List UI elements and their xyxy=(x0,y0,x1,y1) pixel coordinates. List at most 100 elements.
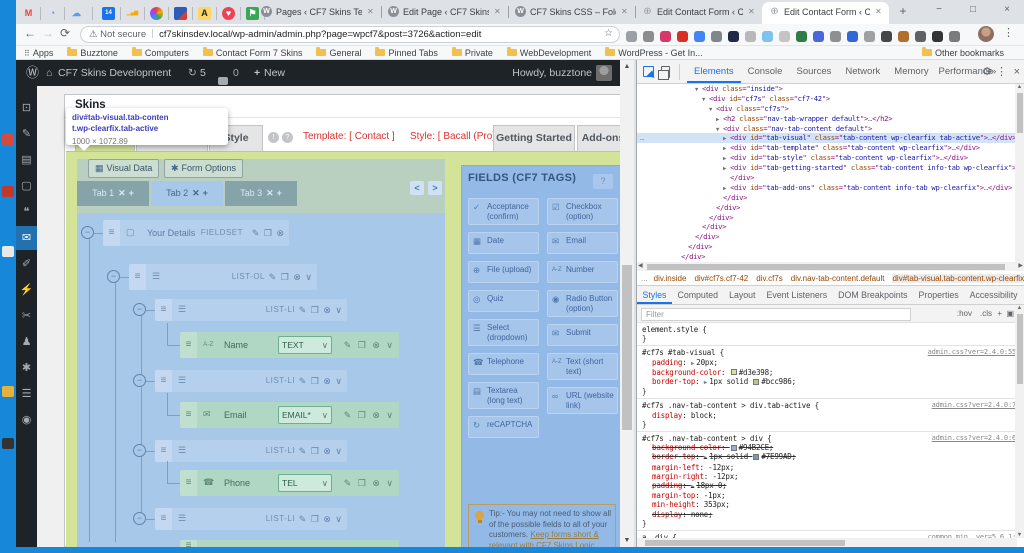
rule-selector[interactable]: element.style { xyxy=(642,325,707,334)
sidebar-item-posts[interactable]: ✎ xyxy=(16,122,37,146)
collapse-toggle-icon[interactable]: − xyxy=(133,303,146,316)
field-type-select[interactable]: TEXT∨ xyxy=(278,336,332,354)
css-property[interactable]: background-color: #94B2CE; xyxy=(642,443,1020,452)
sidebar-item-settings[interactable]: ☰ xyxy=(16,382,37,406)
calendar-pinned-tab[interactable]: 14 xyxy=(102,7,115,20)
tree-row-email[interactable]: ≡✉EmailEMAIL*∨✎ ❐ ⊗ ∨ xyxy=(180,402,399,428)
scroll-down-icon[interactable]: ▼ xyxy=(1015,532,1024,538)
pocket-pinned-tab[interactable]: ♥ xyxy=(222,7,235,20)
browser-tab[interactable]: ⊕Edit Contact Form ‹ CF7 Skins✕ xyxy=(762,2,889,24)
extension-icon[interactable] xyxy=(881,31,892,42)
editor-tab-2[interactable]: Tab 2✕+ xyxy=(151,181,223,206)
tab-close-icon[interactable]: ✕ xyxy=(748,7,755,16)
window-maximize-button[interactable]: □ xyxy=(956,0,990,22)
dom-node[interactable]: </div> xyxy=(637,242,1024,252)
editor-tab-3[interactable]: Tab 3✕+ xyxy=(225,181,297,206)
drag-handle-icon[interactable]: ≡ xyxy=(155,440,172,462)
extension-icon[interactable] xyxy=(762,31,773,42)
dom-node[interactable]: ▶<div id="tab-template" class="tab-conte… xyxy=(637,143,1024,153)
extension-icon[interactable] xyxy=(796,31,807,42)
drag-handle-icon[interactable]: ≡ xyxy=(155,508,172,530)
collapse-toggle-icon[interactable]: − xyxy=(133,444,146,457)
apps-shortcut[interactable]: ⠿Apps xyxy=(16,46,53,61)
dom-node[interactable]: ▶<h2 class="nav-tab-wrapper default">…</… xyxy=(637,114,1024,124)
scroll-down-icon[interactable]: ▼ xyxy=(620,534,634,547)
extension-icon[interactable] xyxy=(847,31,858,42)
bookmark-folder[interactable]: Private xyxy=(452,46,493,60)
window-close-button[interactable]: × xyxy=(990,0,1024,22)
rule-selector[interactable]: #cf7s #tab-visual { xyxy=(642,348,724,357)
field-button-url[interactable]: ∞URL (website link) xyxy=(547,387,618,414)
extension-icon[interactable] xyxy=(779,31,790,42)
drag-handle-icon[interactable]: ≡ xyxy=(155,299,172,321)
analytics-pinned-tab[interactable]: ▁▄▆ xyxy=(126,7,139,20)
new-tab-button[interactable]: + xyxy=(895,4,911,18)
devtools-menu-icon[interactable]: ⋮ xyxy=(996,60,1007,84)
styles-subtab-properties[interactable]: Properties xyxy=(913,286,964,304)
page-scrollbar[interactable]: ▲ ▼ xyxy=(620,60,634,547)
extension-icon[interactable] xyxy=(694,31,705,42)
tab-close-icon[interactable]: ✕ xyxy=(875,7,882,16)
browser-tab[interactable]: ⊕Edit Contact Form ‹ CF7 Skins✕ xyxy=(635,2,762,24)
sidebar-item-users[interactable]: ♟ xyxy=(16,330,37,354)
stylesheet-link[interactable]: admin.css?ver=2.4.0:69 xyxy=(932,434,1020,443)
css-property[interactable]: display: block; xyxy=(642,411,1020,420)
inspect-element-icon[interactable] xyxy=(643,66,654,77)
scroll-up-icon[interactable]: ▲ xyxy=(1015,305,1024,311)
desktop-icon[interactable] xyxy=(2,134,14,145)
drag-handle-icon[interactable]: ≡ xyxy=(129,264,146,290)
dom-node[interactable]: </div> xyxy=(637,232,1024,242)
tree-row-phone[interactable]: ≡☎PhoneTEL∨✎ ❐ ⊗ ∨ xyxy=(180,470,399,496)
warning-badge-icon[interactable]: ! xyxy=(268,132,279,143)
sidebar-item-contact-form-7[interactable]: ✉ xyxy=(16,226,37,250)
dom-node[interactable]: ▶<div id="tab-style" class="tab-content … xyxy=(637,153,1024,163)
howdy-account-link[interactable]: Howdy, buzztone xyxy=(512,60,592,86)
gmail-pinned-tab[interactable]: M xyxy=(22,7,35,20)
extension-icon[interactable] xyxy=(813,31,824,42)
breadcrumb-item[interactable]: div.cf7s xyxy=(756,274,783,283)
dom-node[interactable]: </div> xyxy=(637,173,1024,183)
styles-subtab-computed[interactable]: Computed xyxy=(672,286,724,304)
stylesheet-link[interactable]: admin.css?ver=2.4.0:550 xyxy=(928,348,1020,357)
sidebar-item-extra[interactable]: ◉ xyxy=(16,408,37,432)
browser-tab[interactable]: WCF7 Skins CSS – Folders & File✕ xyxy=(508,2,635,24)
field-button-textarea[interactable]: ▤Textarea (long text) xyxy=(468,382,539,409)
reload-button[interactable]: ⟳ xyxy=(60,26,70,40)
devtools-tab-network[interactable]: Network xyxy=(838,60,887,83)
extension-icon[interactable] xyxy=(643,31,654,42)
styles-vertical-scrollbar[interactable]: ▲ ▼ xyxy=(1015,305,1024,538)
blue-red-app-pinned-tab[interactable] xyxy=(174,7,187,20)
address-bar[interactable]: ⚠ Not securecf7skinsdev.local/wp-admin/a… xyxy=(80,26,620,43)
desktop-icon[interactable] xyxy=(2,438,14,449)
dom-node[interactable]: ▶<div id="tab-getting-started" class="ta… xyxy=(637,163,1024,173)
scrollbar-thumb[interactable] xyxy=(645,540,845,546)
back-button[interactable]: ← xyxy=(24,26,36,40)
dom-node[interactable]: </div> xyxy=(637,193,1024,203)
scroll-up-icon[interactable]: ▲ xyxy=(1015,84,1024,90)
dom-node[interactable]: </div> xyxy=(637,203,1024,213)
field-button-number[interactable]: A-ZNumber xyxy=(547,261,618,283)
tabs-next-button[interactable]: > xyxy=(428,181,442,195)
desktop-icon[interactable] xyxy=(2,246,14,257)
css-property[interactable]: margin-right: -12px; xyxy=(642,472,1020,481)
stylesheet-link[interactable]: admin.css?ver=2.4.0:79 xyxy=(932,401,1020,410)
tree-row-partial[interactable]: ≡ xyxy=(180,540,399,547)
hov-toggle[interactable]: :hov xyxy=(957,305,972,323)
updates-count[interactable]: 5 xyxy=(200,60,206,86)
dom-node[interactable]: </div> xyxy=(637,222,1024,232)
drag-handle-icon[interactable]: ≡ xyxy=(180,332,197,358)
breadcrumb-item[interactable]: div.inside xyxy=(654,274,687,283)
dom-node[interactable]: ▼<div class="nav-tab-content default"> xyxy=(637,124,1024,134)
visual-data-button[interactable]: ▦Visual Data xyxy=(88,159,159,178)
elements-horizontal-scrollbar[interactable]: ◀ ▶ xyxy=(637,262,1024,271)
dom-node[interactable]: </div> xyxy=(637,213,1024,223)
collapse-toggle-icon[interactable]: − xyxy=(107,270,120,283)
tab-close-icon[interactable]: ✕ xyxy=(118,188,126,198)
dom-node[interactable]: ▼<div id="cf7s" class="cf7-42"> xyxy=(637,94,1024,104)
css-property[interactable]: margin-left: -12px; xyxy=(642,463,1020,472)
forward-button[interactable]: → xyxy=(42,26,54,40)
field-button-checkbox[interactable]: ☑Checkbox (option) xyxy=(547,198,618,225)
bookmark-folder[interactable]: General xyxy=(316,46,361,60)
bookmark-folder[interactable]: Contact Form 7 Skins xyxy=(203,46,303,60)
field-button-text[interactable]: A-ZText (short text) xyxy=(547,353,618,380)
